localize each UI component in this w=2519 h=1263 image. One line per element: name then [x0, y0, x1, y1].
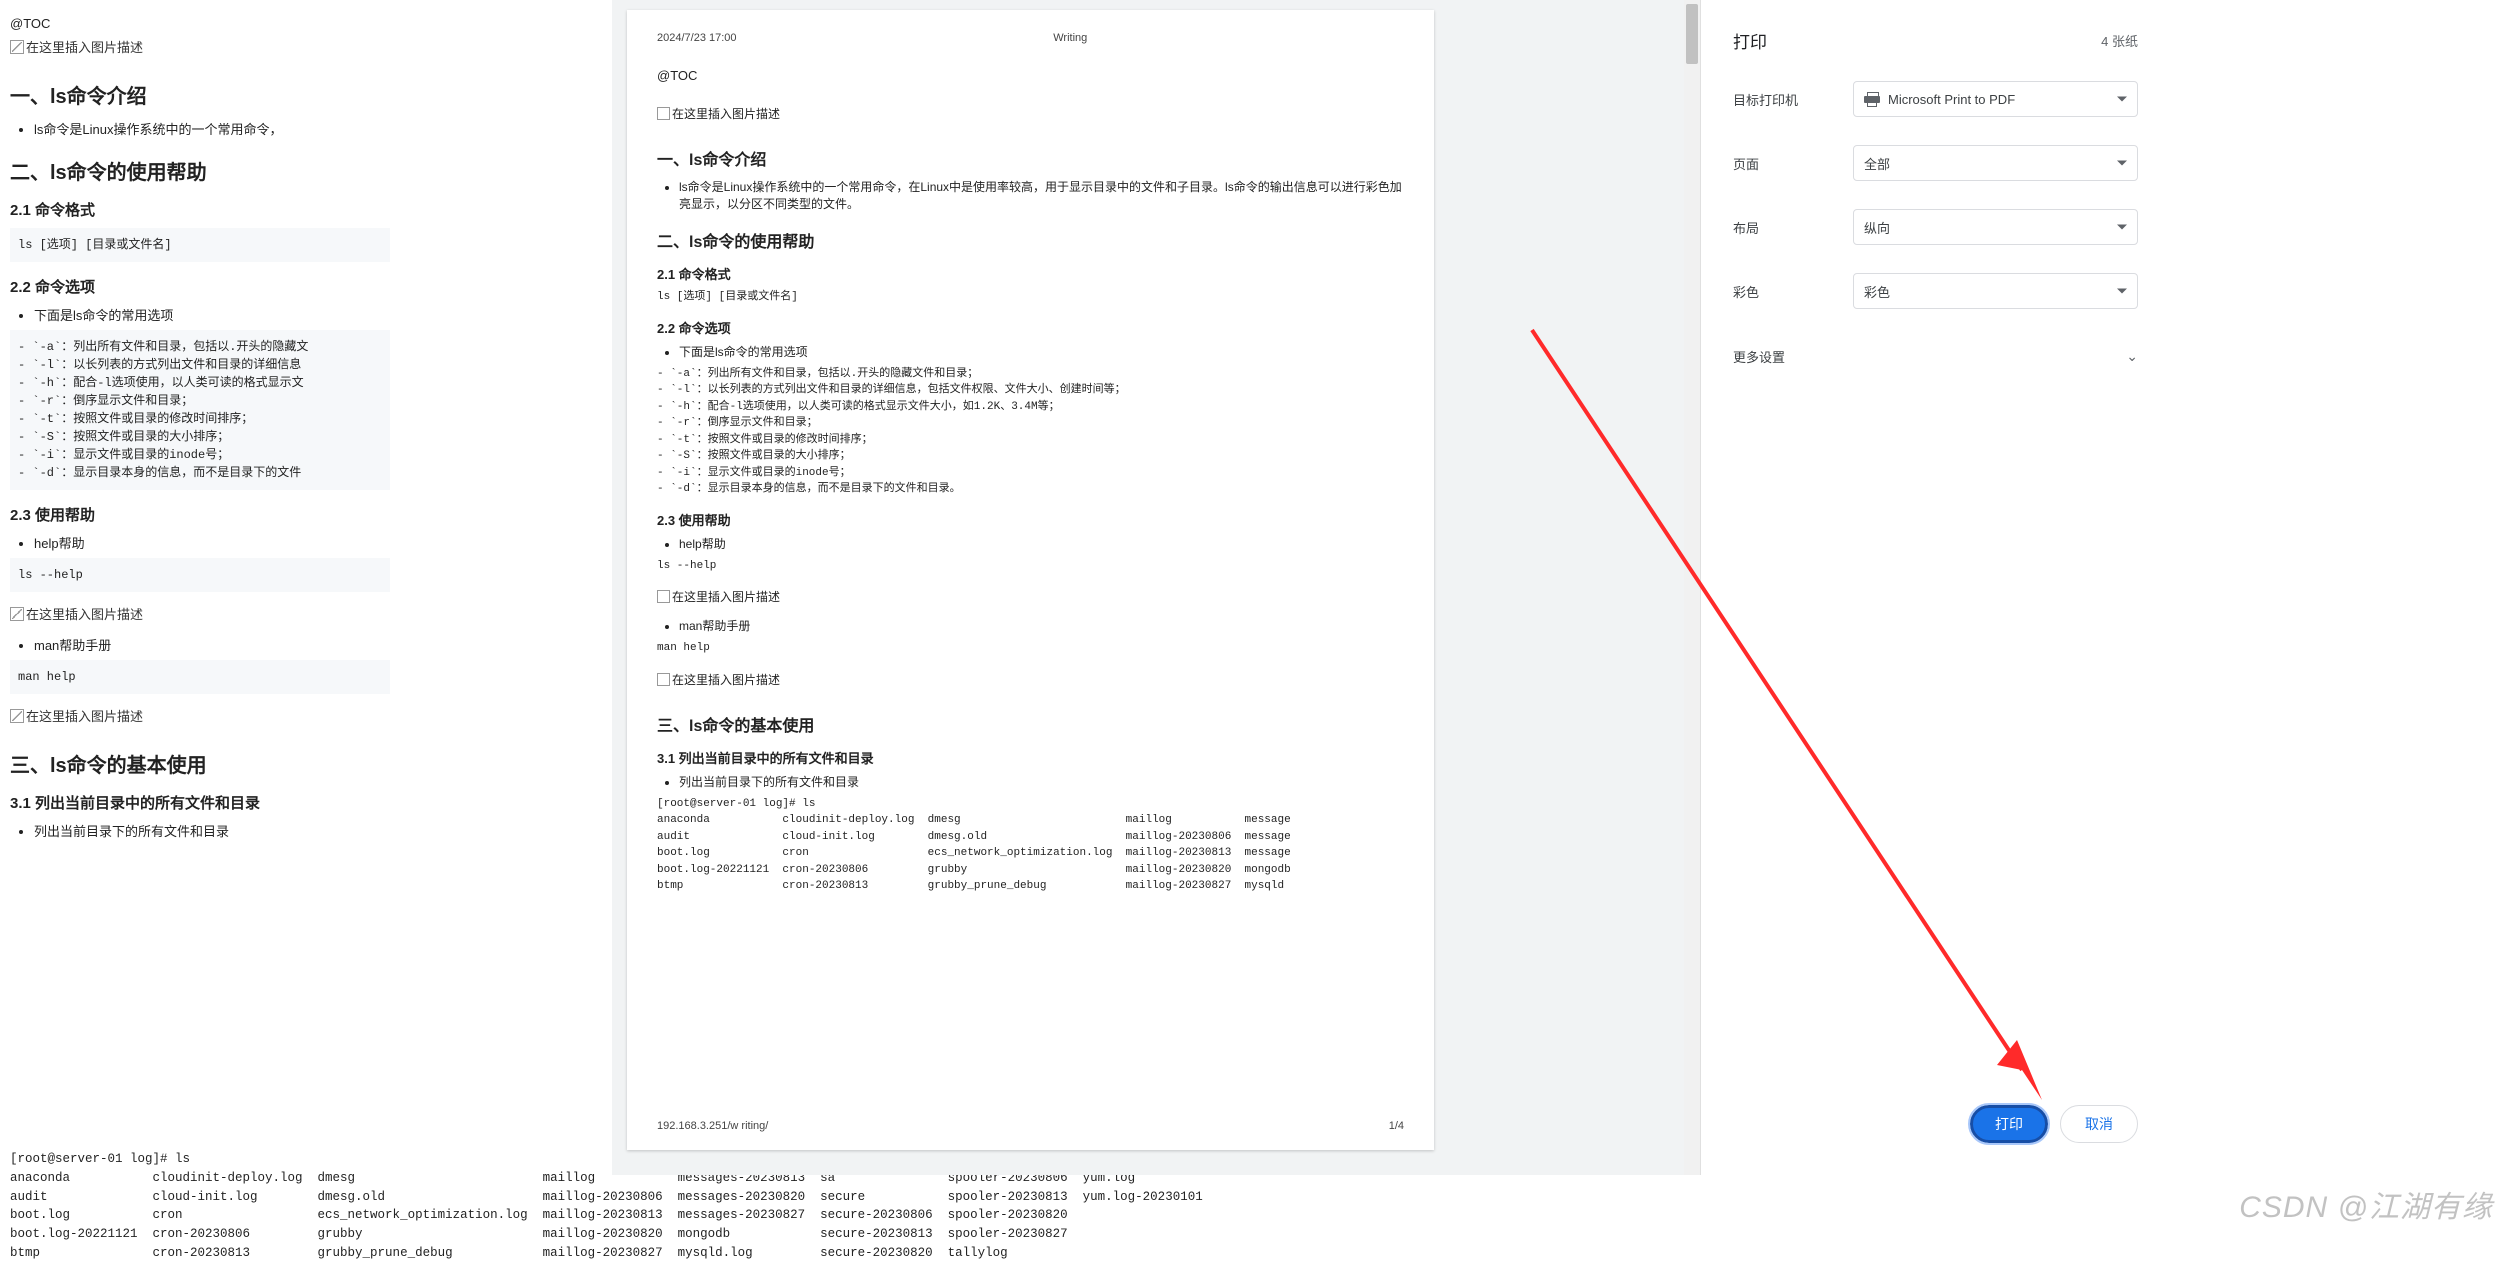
panel-title: 打印 — [1733, 28, 1767, 53]
chevron-down-icon — [2117, 289, 2127, 294]
destination-label: 目标打印机 — [1733, 90, 1853, 109]
image-alt: 在这里插入图片描述 — [26, 37, 143, 56]
heading-section-1: 一、ls命令介绍 — [10, 80, 390, 109]
preview-footer-page: 1/4 — [1389, 1120, 1404, 1132]
print-preview-pane: 2024/7/23 17:00 Writing @TOC 在这里插入图片描述 一… — [612, 0, 1700, 1175]
section-2-2-item: 下面是ls命令的常用选项 — [34, 305, 390, 324]
broken-image-icon — [10, 607, 24, 621]
print-button[interactable]: 打印 — [1970, 1105, 2048, 1143]
print-preview-page: 2024/7/23 17:00 Writing @TOC 在这里插入图片描述 一… — [627, 10, 1434, 1150]
color-label: 彩色 — [1733, 282, 1853, 301]
image-placeholder: 在这里插入图片描述 — [10, 706, 143, 725]
broken-image-icon — [10, 40, 24, 54]
chevron-down-icon — [2117, 161, 2127, 166]
image-placeholder: 在这里插入图片描述 — [10, 604, 143, 623]
broken-image-icon — [657, 590, 670, 603]
color-value: 彩色 — [1864, 282, 1890, 301]
chevron-down-icon — [2117, 225, 2127, 230]
background-article: @TOC 在这里插入图片描述 一、ls命令介绍 ls命令是Linux操作系统中的… — [0, 0, 400, 1236]
print-settings-panel: 打印 4 张纸 目标打印机 Microsoft Print to PDF 页面 … — [1700, 0, 2170, 1175]
preview-code-ls-output: [root@server-01 log]# ls anaconda cloudi… — [657, 796, 1404, 895]
pages-label: 页面 — [1733, 154, 1853, 173]
pages-select[interactable]: 全部 — [1853, 145, 2138, 181]
preview-header-date: 2024/7/23 17:00 — [657, 32, 737, 44]
preview-toc-marker: @TOC — [657, 68, 1404, 83]
image-alt: 在这里插入图片描述 — [672, 105, 780, 122]
chevron-down-icon: ⌄ — [2126, 348, 2138, 365]
printer-icon — [1864, 92, 1880, 106]
section-3-1-item: 列出当前目录下的所有文件和目录 — [34, 821, 390, 840]
preview-code-options: - `-a`：列出所有文件和目录，包括以.开头的隐藏文件和目录； - `-l`：… — [657, 366, 1404, 498]
image-alt: 在这里插入图片描述 — [672, 671, 780, 688]
heading-2-1: 2.1 命令格式 — [10, 199, 390, 220]
preview-h3-1-item: 列出当前目录下的所有文件和目录 — [679, 773, 1404, 790]
panel-header: 打印 4 张纸 — [1733, 28, 2138, 53]
layout-label: 布局 — [1733, 218, 1853, 237]
preview-scrollbar-thumb[interactable] — [1686, 4, 1698, 64]
preview-code-format: ls [选项] [目录或文件名] — [657, 289, 1404, 306]
heading-section-2: 二、ls命令的使用帮助 — [10, 156, 390, 185]
help-item-1: help帮助 — [34, 533, 390, 552]
preview-code-man: man help — [657, 640, 1404, 657]
preview-h3-1: 3.1 列出当前目录中的所有文件和目录 — [657, 748, 1404, 767]
destination-value: Microsoft Print to PDF — [1888, 92, 2015, 107]
image-alt: 在这里插入图片描述 — [26, 706, 143, 725]
row-color: 彩色 彩色 — [1733, 273, 2138, 309]
code-block-help: ls --help — [10, 558, 390, 592]
broken-image-icon — [10, 709, 24, 723]
broken-image-icon — [657, 673, 670, 686]
preview-h3: 三、ls命令的基本使用 — [657, 712, 1404, 736]
image-alt: 在这里插入图片描述 — [26, 604, 143, 623]
more-settings-label: 更多设置 — [1733, 347, 1785, 366]
watermark: CSDN @江湖有缘 — [2239, 1182, 2493, 1226]
preview-header-title: Writing — [1053, 32, 1087, 44]
cancel-button[interactable]: 取消 — [2060, 1105, 2138, 1143]
more-settings-toggle[interactable]: 更多设置 ⌄ — [1733, 337, 2138, 376]
image-placeholder: 在这里插入图片描述 — [10, 37, 143, 56]
preview-h1: 一、ls命令介绍 — [657, 146, 1404, 170]
sheet-count: 4 张纸 — [2101, 31, 2138, 50]
image-alt: 在这里插入图片描述 — [672, 588, 780, 605]
row-layout: 布局 纵向 — [1733, 209, 2138, 245]
layout-select[interactable]: 纵向 — [1853, 209, 2138, 245]
row-destination: 目标打印机 Microsoft Print to PDF — [1733, 81, 2138, 117]
destination-select[interactable]: Microsoft Print to PDF — [1853, 81, 2138, 117]
help-item-2: man帮助手册 — [34, 635, 390, 654]
panel-buttons: 打印 取消 — [1733, 1105, 2138, 1147]
layout-value: 纵向 — [1864, 218, 1890, 237]
preview-h2-2-item: 下面是ls命令的常用选项 — [679, 343, 1404, 360]
preview-h2: 二、ls命令的使用帮助 — [657, 228, 1404, 252]
image-placeholder: 在这里插入图片描述 — [657, 588, 780, 605]
broken-image-icon — [657, 107, 670, 120]
code-block-format: ls [选项] [目录或文件名] — [10, 228, 390, 262]
preview-code-help: ls --help — [657, 558, 1404, 575]
heading-2-3: 2.3 使用帮助 — [10, 504, 390, 525]
preview-help-item-1: help帮助 — [679, 535, 1404, 552]
preview-help-item-2: man帮助手册 — [679, 617, 1404, 634]
preview-h2-2: 2.2 命令选项 — [657, 318, 1404, 337]
pages-value: 全部 — [1864, 154, 1890, 173]
section-1-item: ls命令是Linux操作系统中的一个常用命令， — [34, 119, 390, 138]
preview-scrollbar-track[interactable] — [1684, 0, 1700, 1175]
preview-h2-1: 2.1 命令格式 — [657, 264, 1404, 283]
row-pages: 页面 全部 — [1733, 145, 2138, 181]
color-select[interactable]: 彩色 — [1853, 273, 2138, 309]
preview-header: 2024/7/23 17:00 Writing — [657, 32, 1404, 44]
preview-h1-item: ls命令是Linux操作系统中的一个常用命令，在Linux中是使用率较高，用于显… — [679, 178, 1404, 212]
chevron-down-icon — [2117, 97, 2127, 102]
image-placeholder: 在这里插入图片描述 — [657, 671, 780, 688]
code-block-options: - `-a`：列出所有文件和目录，包括以.开头的隐藏文 - `-l`：以长列表的… — [10, 330, 390, 490]
code-block-man: man help — [10, 660, 390, 694]
preview-h2-3: 2.3 使用帮助 — [657, 510, 1404, 529]
image-placeholder: 在这里插入图片描述 — [657, 105, 780, 122]
heading-section-3: 三、ls命令的基本使用 — [10, 749, 390, 778]
preview-footer: 192.168.3.251/w riting/ 1/4 — [657, 1120, 1404, 1132]
heading-2-2: 2.2 命令选项 — [10, 276, 390, 297]
preview-footer-url: 192.168.3.251/w riting/ — [657, 1120, 768, 1132]
toc-marker: @TOC — [10, 16, 390, 31]
heading-3-1: 3.1 列出当前目录中的所有文件和目录 — [10, 792, 390, 813]
